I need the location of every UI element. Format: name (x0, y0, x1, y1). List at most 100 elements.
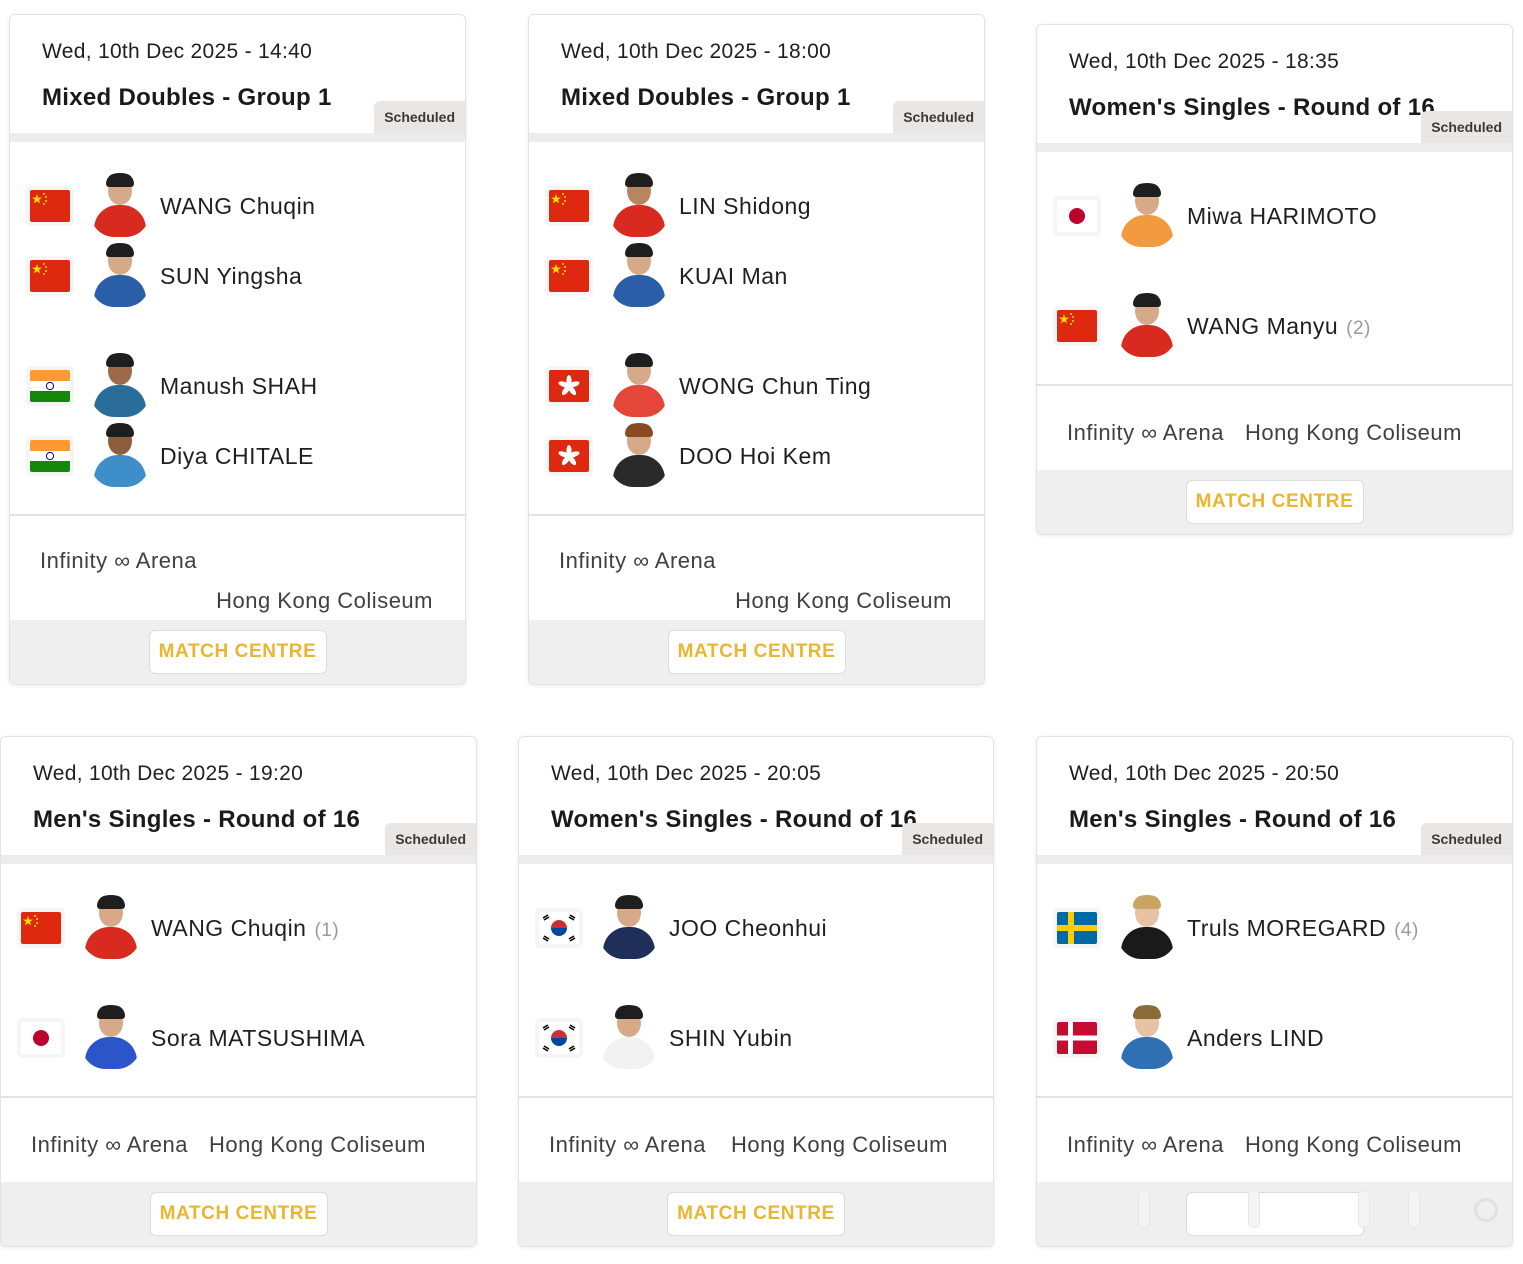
scroll-handle[interactable] (1248, 1190, 1260, 1228)
player-row[interactable]: Manush SHAH (30, 353, 450, 419)
denmark-flag-icon (1057, 1022, 1097, 1054)
venue: Infinity ∞ Arena Hong Kong Coliseum (1037, 1098, 1512, 1184)
player-row[interactable]: Miwa HARIMOTO (1057, 183, 1477, 249)
match-header: Wed, 10th Dec 2025 - 14:40 Mixed Doubles… (10, 15, 465, 142)
player-avatar (1117, 183, 1177, 247)
player-name: SUN Yingsha (160, 263, 303, 289)
venue-arena: Infinity ∞ Arena (559, 548, 716, 573)
player-row[interactable]: WANG Chuqin (1) (21, 895, 441, 961)
venue-location: Hong Kong Coliseum (1245, 420, 1462, 445)
player-name: Anders LIND (1187, 1025, 1325, 1051)
match-card[interactable]: Wed, 10th Dec 2025 - 20:05 Women's Singl… (518, 736, 994, 1247)
scroll-handle[interactable] (1138, 1190, 1150, 1228)
player-avatar (599, 895, 659, 959)
korea-flag-icon (539, 1022, 579, 1054)
player-seed: (2) (1346, 318, 1371, 339)
match-datetime: Wed, 10th Dec 2025 - 20:50 (1069, 762, 1340, 785)
venue: Infinity ∞ Arena Hong Kong Coliseum (1037, 386, 1512, 472)
player-name: WANG Chuqin (160, 193, 316, 219)
status-badge: Scheduled (1421, 111, 1512, 143)
china-flag-icon (30, 260, 70, 292)
player-seed: (4) (1394, 920, 1419, 941)
status-badge: Scheduled (374, 101, 465, 133)
player-avatar (609, 173, 669, 237)
player-seed: (1) (314, 920, 340, 941)
scroll-indicator-icon[interactable] (1474, 1198, 1498, 1222)
venue: Infinity ∞ Arena Hong Kong Coliseum (1, 1098, 476, 1184)
status-badge: Scheduled (385, 823, 476, 855)
match-datetime: Wed, 10th Dec 2025 - 14:40 (42, 40, 313, 63)
korea-flag-icon (539, 912, 579, 944)
venue-arena: Infinity ∞ Arena (1067, 420, 1224, 445)
match-centre-button[interactable]: MATCH CENTRE (1185, 480, 1364, 524)
player-avatar (1117, 293, 1177, 357)
card-footer: MATCH CENTRE (1, 1182, 476, 1246)
india-flag-icon (30, 440, 70, 472)
player-avatar (90, 173, 150, 237)
player-name: DOO Hoi Kem (679, 443, 832, 469)
player-name: WANG Manyu (2) (1187, 313, 1371, 339)
match-header: Wed, 10th Dec 2025 - 20:05 Women's Singl… (519, 737, 993, 864)
card-footer: MATCH CENTRE (529, 620, 984, 684)
player-row[interactable]: WONG Chun Ting (549, 353, 969, 419)
match-card[interactable]: Wed, 10th Dec 2025 - 18:00 Mixed Doubles… (528, 14, 985, 685)
player-row[interactable]: SHIN Yubin (539, 1005, 959, 1071)
match-header: Wed, 10th Dec 2025 - 20:50 Men's Singles… (1037, 737, 1512, 864)
player-row[interactable]: JOO Cheonhui (539, 895, 959, 961)
venue-location: Hong Kong Coliseum (209, 1132, 426, 1157)
scroll-controls[interactable] (1138, 1190, 1498, 1228)
player-name: SHIN Yubin (669, 1025, 793, 1051)
match-card[interactable]: Wed, 10th Dec 2025 - 19:20 Men's Singles… (0, 736, 477, 1247)
player-row[interactable]: LIN Shidong (549, 173, 969, 239)
player-row[interactable]: KUAI Man (549, 243, 969, 309)
player-name: Manush SHAH (160, 373, 318, 399)
player-row[interactable]: Truls MOREGARD (4) (1057, 895, 1477, 961)
match-datetime: Wed, 10th Dec 2025 - 20:05 (551, 762, 822, 785)
player-avatar (599, 1005, 659, 1069)
player-row[interactable]: SUN Yingsha (30, 243, 450, 309)
card-footer: MATCH CENTRE (10, 620, 465, 684)
match-card[interactable]: Wed, 10th Dec 2025 - 18:35 Women's Singl… (1036, 24, 1513, 535)
player-row[interactable]: DOO Hoi Kem (549, 423, 969, 489)
match-centre-button[interactable]: MATCH CENTRE (667, 1192, 845, 1236)
venue-arena: Infinity ∞ Arena (1067, 1132, 1224, 1157)
match-header: Wed, 10th Dec 2025 - 18:35 Women's Singl… (1037, 25, 1512, 152)
status-badge: Scheduled (893, 101, 984, 133)
scroll-handle[interactable] (1358, 1190, 1370, 1228)
player-avatar (1117, 1005, 1177, 1069)
player-name: JOO Cheonhui (669, 915, 828, 941)
venue-arena: Infinity ∞ Arena (549, 1132, 706, 1157)
player-name: KUAI Man (679, 263, 788, 289)
player-row[interactable]: Anders LIND (1057, 1005, 1477, 1071)
match-centre-button[interactable]: MATCH CENTRE (149, 1192, 328, 1236)
player-avatar (90, 423, 150, 487)
match-card[interactable]: Wed, 10th Dec 2025 - 20:50 Men's Singles… (1036, 736, 1513, 1247)
match-centre-button[interactable]: MATCH CENTRE (667, 630, 846, 674)
player-name: LIN Shidong (679, 193, 812, 219)
scroll-handle[interactable] (1408, 1190, 1420, 1228)
player-name: Miwa HARIMOTO (1187, 203, 1378, 229)
player-row[interactable]: Diya CHITALE (30, 423, 450, 489)
player-row[interactable]: WANG Chuqin (30, 173, 450, 239)
player-name: WONG Chun Ting (679, 373, 872, 399)
match-event-title: Men's Singles - Round of 16 (33, 806, 361, 833)
match-event-title: Men's Singles - Round of 16 (1069, 806, 1397, 833)
players-list: Truls MOREGARD (4) Anders LIND (1037, 864, 1512, 1098)
match-card[interactable]: Wed, 10th Dec 2025 - 14:40 Mixed Doubles… (9, 14, 466, 685)
player-row[interactable]: WANG Manyu (2) (1057, 293, 1477, 359)
player-avatar (1117, 895, 1177, 959)
status-badge: Scheduled (902, 823, 993, 855)
player-row[interactable]: Sora MATSUSHIMA (21, 1005, 441, 1071)
venue-location: Hong Kong Coliseum (731, 1132, 948, 1157)
card-footer: MATCH CENTRE (519, 1182, 993, 1246)
china-flag-icon (21, 912, 61, 944)
china-flag-icon (549, 260, 589, 292)
status-badge: Scheduled (1421, 823, 1512, 855)
venue: Infinity ∞ Arena Hong Kong Coliseum (519, 1098, 993, 1184)
japan-flag-icon (21, 1022, 61, 1054)
players-list: LIN Shidong KUAI Man WONG Chun Ting DOO … (529, 142, 984, 516)
players-list: WANG Chuqin (1) Sora MATSUSHIMA (1, 864, 476, 1098)
match-datetime: Wed, 10th Dec 2025 - 18:00 (561, 40, 832, 63)
player-avatar (90, 353, 150, 417)
match-centre-button[interactable]: MATCH CENTRE (148, 630, 327, 674)
